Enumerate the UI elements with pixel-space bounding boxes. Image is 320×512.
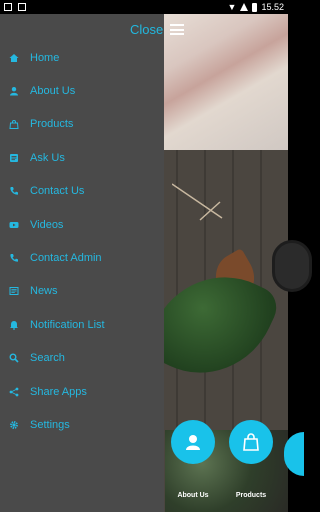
signal-icon bbox=[240, 3, 249, 11]
menu-item-label: Videos bbox=[30, 218, 64, 231]
menu-item-products[interactable]: Products bbox=[0, 108, 164, 141]
about-us-fab-label: About Us bbox=[177, 492, 209, 499]
battery-icon bbox=[252, 2, 258, 12]
home-icon bbox=[8, 52, 20, 64]
image-notification-icon bbox=[4, 3, 12, 11]
background-sticks bbox=[172, 183, 223, 221]
menu-item-contact-admin[interactable]: Contact Admin bbox=[0, 241, 164, 274]
status-bar: ▼ 15.52 bbox=[0, 0, 288, 14]
menu-item-about-us[interactable]: About Us bbox=[0, 74, 164, 107]
phone-icon bbox=[8, 252, 20, 264]
newspaper-icon bbox=[8, 285, 20, 297]
gear-icon bbox=[8, 419, 20, 431]
menu-item-label: Home bbox=[30, 51, 60, 64]
menu-item-label: Contact Admin bbox=[30, 252, 102, 265]
background-cup bbox=[272, 240, 312, 292]
products-fab-label: Products bbox=[235, 492, 267, 499]
menu-item-contact-us[interactable]: Contact Us bbox=[0, 175, 164, 208]
menu-item-settings[interactable]: Settings bbox=[0, 408, 164, 441]
drawer-menu: Home About Us Products Ask Us Contact Us bbox=[0, 41, 164, 442]
drawer-header: Close bbox=[0, 14, 192, 46]
bell-icon bbox=[8, 319, 20, 331]
menu-item-news[interactable]: News bbox=[0, 275, 164, 308]
phone-icon bbox=[8, 185, 20, 197]
navigation-drawer: Home About Us Products Ask Us Contact Us bbox=[0, 14, 164, 512]
hamburger-menu-icon[interactable] bbox=[170, 24, 184, 35]
close-button[interactable]: Close bbox=[130, 22, 163, 37]
menu-item-label: Contact Us bbox=[30, 185, 85, 198]
menu-item-label: News bbox=[30, 285, 58, 298]
status-time: 15.52 bbox=[261, 2, 284, 12]
menu-item-label: Share Apps bbox=[30, 385, 87, 398]
menu-item-label: Settings bbox=[30, 418, 70, 431]
share-icon bbox=[8, 386, 20, 398]
youtube-icon bbox=[8, 219, 20, 231]
menu-item-label: Ask Us bbox=[30, 151, 65, 164]
bag-icon bbox=[243, 433, 259, 451]
menu-item-label: Notification List bbox=[30, 318, 105, 331]
menu-item-notification-list[interactable]: Notification List bbox=[0, 308, 164, 341]
message-icon bbox=[8, 152, 20, 164]
search-icon bbox=[8, 352, 20, 364]
menu-item-search[interactable]: Search bbox=[0, 342, 164, 375]
menu-item-ask-us[interactable]: Ask Us bbox=[0, 141, 164, 174]
wifi-icon: ▼ bbox=[227, 2, 237, 12]
about-us-fab[interactable] bbox=[171, 420, 215, 464]
person-icon bbox=[186, 435, 200, 450]
menu-item-label: Products bbox=[30, 118, 74, 131]
menu-item-videos[interactable]: Videos bbox=[0, 208, 164, 241]
menu-item-home[interactable]: Home bbox=[0, 41, 164, 74]
menu-item-label: About Us bbox=[30, 85, 76, 98]
bag-icon bbox=[8, 118, 20, 130]
products-fab[interactable] bbox=[229, 420, 273, 464]
menu-item-label: Search bbox=[30, 352, 65, 365]
person-icon bbox=[8, 85, 20, 97]
menu-item-share-apps[interactable]: Share Apps bbox=[0, 375, 164, 408]
app-notification-icon bbox=[18, 3, 26, 11]
